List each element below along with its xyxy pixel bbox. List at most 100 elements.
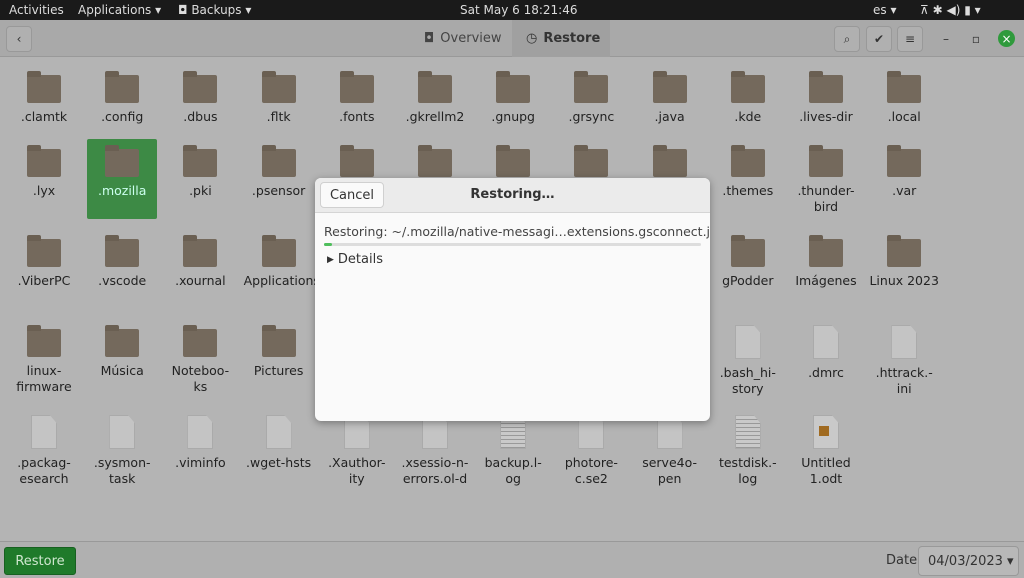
folder-item[interactable]: .clamtk (9, 71, 79, 125)
folder-icon (105, 235, 140, 267)
keyboard-layout[interactable]: es ▾ (873, 3, 896, 17)
file-item[interactable]: .sysmon-task (87, 415, 157, 487)
folder-icon (27, 235, 61, 267)
folder-icon (105, 325, 140, 357)
folder-item[interactable]: .psensor (244, 145, 314, 199)
folder-icon (730, 145, 765, 177)
back-button[interactable]: ‹ (6, 26, 32, 52)
item-label: .gkrellm2 (405, 109, 465, 124)
details-expander[interactable]: ▶ Details (327, 252, 383, 267)
file-icon (109, 415, 136, 449)
folder-item[interactable]: Música (87, 325, 157, 379)
folder-item[interactable]: .fonts (322, 71, 392, 125)
item-label: .mozilla (97, 183, 147, 198)
file-item[interactable]: backup.l-og (478, 415, 548, 487)
item-label: Pictures (253, 363, 304, 378)
item-label: .gnupg (491, 109, 535, 124)
item-label: .dmrc (808, 365, 844, 380)
folder-item[interactable]: .lyx (9, 145, 79, 199)
folder-item[interactable]: .kde (713, 71, 783, 125)
item-label: .fonts (339, 109, 375, 124)
dialog-header: Cancel Restoring… (315, 178, 710, 213)
hamburger-icon: ≡ (904, 32, 916, 46)
item-label: .xsessio-n-errors.ol-d (401, 455, 469, 486)
folder-item[interactable]: Noteboo-ks (165, 325, 235, 395)
item-label: .var (892, 183, 917, 198)
file-item[interactable]: photore-c.se2 (556, 415, 626, 487)
file-item[interactable]: .packag-esearch (9, 415, 79, 487)
file-item[interactable]: .wget-hsts (244, 415, 314, 471)
system-status-icons[interactable]: ⊼ ✱ ◀) ▮ ▾ (920, 3, 981, 17)
folder-item[interactable]: .pki (165, 145, 235, 199)
restore-button[interactable]: Restore (4, 547, 76, 575)
folder-icon (809, 235, 843, 267)
folder-item[interactable]: Pictures (244, 325, 314, 379)
details-label: Details (337, 252, 383, 267)
folder-item[interactable]: .java (635, 71, 705, 125)
folder-item[interactable]: .gkrellm2 (400, 71, 470, 125)
folder-icon (496, 145, 531, 177)
dialog-title: Restoring… (470, 187, 555, 202)
app-menu[interactable]: ◘ Backups ▾ (178, 3, 251, 17)
folder-icon (27, 325, 61, 357)
folder-item[interactable]: .themes (713, 145, 783, 199)
folder-item[interactable]: .fltk (244, 71, 314, 125)
tab-overview[interactable]: ◘ Overview (410, 20, 516, 57)
file-item[interactable]: .dmrc (791, 325, 861, 381)
folder-item[interactable]: gPodder (713, 235, 783, 289)
folder-icon (652, 145, 687, 177)
progress-bar (324, 243, 701, 246)
item-label: .themes (722, 183, 774, 198)
folder-item[interactable]: Linux 2023 (869, 235, 939, 289)
folder-item[interactable]: .gnupg (478, 71, 548, 125)
folder-item[interactable]: .local (869, 71, 939, 125)
file-item[interactable]: testdisk.-log (713, 415, 783, 487)
file-item[interactable]: .bash_hi-story (713, 325, 783, 397)
check-icon: ✔ (873, 32, 885, 46)
minimize-button[interactable]: – (933, 26, 959, 52)
search-button[interactable]: ⌕ (834, 26, 860, 52)
document-icon (813, 415, 839, 449)
folder-item[interactable]: .mozilla (87, 139, 158, 219)
folder-item[interactable]: linux-firmware (9, 325, 79, 395)
date-label: Date (886, 553, 918, 568)
maximize-button[interactable]: ▫ (963, 26, 989, 52)
folder-item[interactable]: Applications (244, 235, 320, 289)
folder-item[interactable]: .vscode (87, 235, 157, 289)
applications-menu[interactable]: Applications ▾ (78, 3, 161, 17)
clock[interactable]: Sat May 6 18:21:46 (460, 3, 577, 17)
item-label: .java (654, 109, 685, 124)
menu-button[interactable]: ≡ (897, 26, 923, 52)
folder-item[interactable]: .config (87, 71, 157, 125)
activities-button[interactable]: Activities (9, 3, 64, 17)
folder-item[interactable]: .ViberPC (9, 235, 79, 289)
file-item[interactable]: serve4o-pen (635, 415, 705, 487)
file-item[interactable]: .viminfo (165, 415, 235, 471)
folder-item[interactable]: .lives-dir (791, 71, 861, 125)
restoring-dialog: Cancel Restoring… Restoring: ~/.mozilla/… (315, 178, 710, 421)
folder-item[interactable]: .grsync (556, 71, 626, 125)
tab-restore[interactable]: ◷ Restore (512, 20, 610, 57)
file-item[interactable]: .httrack.-ini (869, 325, 939, 397)
folder-item[interactable]: .thunder-bird (791, 145, 861, 215)
folder-item[interactable]: .dbus (165, 71, 235, 125)
folder-icon (418, 71, 452, 103)
folder-icon (418, 145, 452, 177)
text-file-icon (734, 415, 761, 449)
folder-icon (183, 71, 218, 103)
close-button[interactable]: × (998, 30, 1015, 47)
item-label: .clamtk (20, 109, 68, 124)
file-item[interactable]: .Xauthor-ity (322, 415, 392, 487)
file-item[interactable]: .xsessio-n-errors.ol-d (400, 415, 470, 487)
tab-label: Overview (440, 31, 502, 46)
item-label: .local (887, 109, 921, 124)
date-dropdown[interactable]: 04/03/2023 ▾ (918, 546, 1019, 576)
item-label: .vscode (98, 273, 147, 288)
select-button[interactable]: ✔ (866, 26, 892, 52)
folder-item[interactable]: .xournal (165, 235, 235, 289)
item-label: backup.l-og (484, 455, 542, 486)
folder-item[interactable]: .var (869, 145, 939, 199)
folder-item[interactable]: Imágenes (791, 235, 861, 289)
file-item[interactable]: Untitled 1.odt (791, 415, 861, 487)
item-label: .config (101, 109, 144, 124)
